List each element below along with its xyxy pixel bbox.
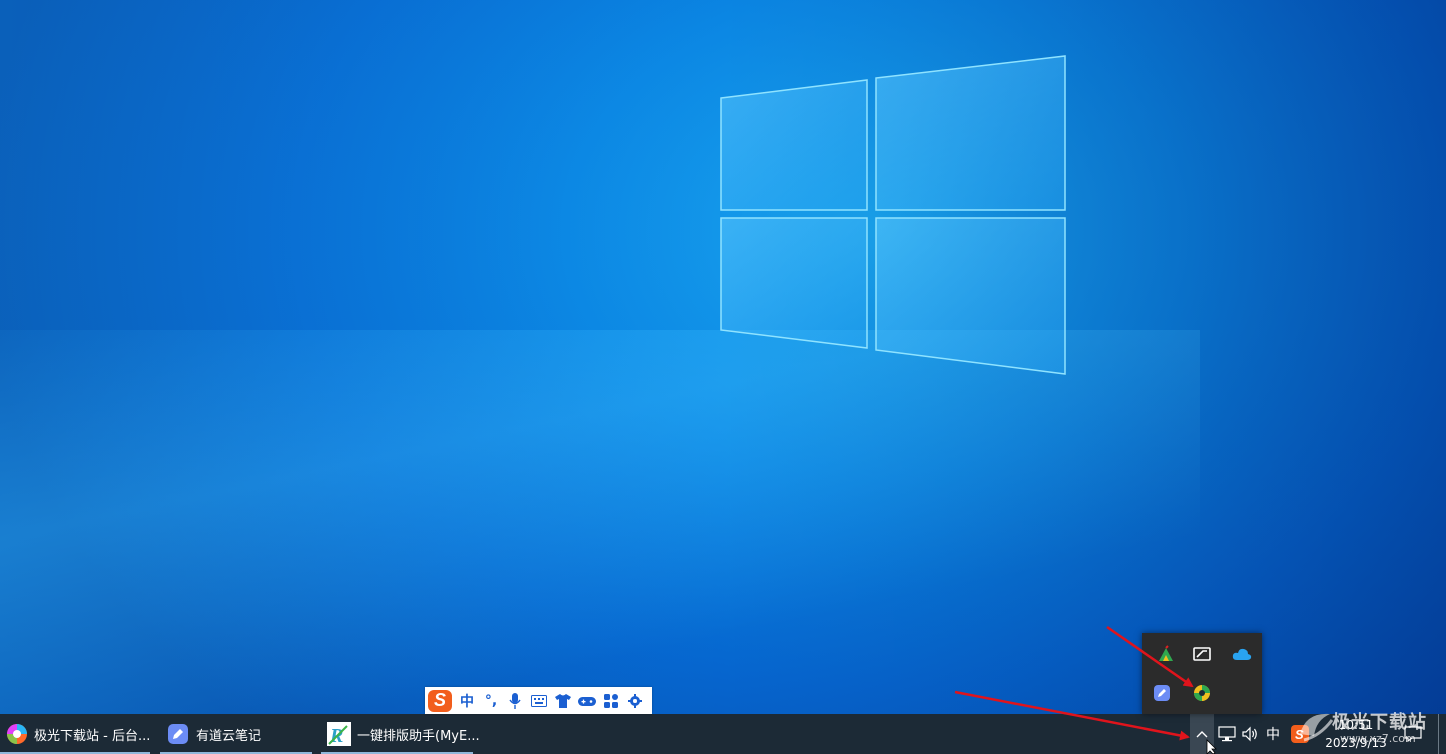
tray-overflow-flyout (1142, 633, 1262, 714)
sogou-logo-icon[interactable]: S (425, 687, 455, 714)
keyboard-icon[interactable] (527, 687, 551, 714)
youdao-note-icon (166, 722, 190, 746)
myeditor-app-icon: R (327, 722, 351, 746)
watermark: 极光下载站 www.xz7.com (1296, 700, 1446, 754)
watermark-url: www.xz7.com (1340, 732, 1416, 745)
watermark-logo-icon (1300, 713, 1334, 742)
desktop-wallpaper (0, 0, 1446, 714)
myeditor-icon[interactable] (1192, 683, 1212, 703)
microphone-icon[interactable] (503, 687, 527, 714)
volume-icon[interactable] (1239, 714, 1261, 754)
show-hidden-icons-button[interactable] (1190, 714, 1214, 754)
network-icon[interactable] (1216, 714, 1238, 754)
watermark-text: 极光下载站 (1332, 712, 1427, 733)
settings-icon[interactable] (623, 687, 647, 714)
taskbar-app-browser[interactable]: 极光下载站 - 后台... (0, 714, 150, 754)
cloud-icon[interactable] (1232, 644, 1252, 664)
skin-icon[interactable] (551, 687, 575, 714)
ime-mode-toggle[interactable]: 中 (455, 687, 479, 714)
ime-toolbar: S 中 °, (425, 687, 652, 714)
taskbar-app-label: 有道云笔记 (196, 728, 262, 744)
game-icon[interactable] (575, 687, 599, 714)
browser-icon (6, 722, 28, 746)
taskbar-app-youdao-note[interactable]: 有道云笔记 (160, 714, 312, 754)
taskbar-app-label: 极光下载站 - 后台... (34, 728, 151, 744)
input-language-indicator[interactable]: 中 (1262, 714, 1284, 754)
green-app-icon[interactable] (1156, 644, 1176, 664)
note-icon[interactable] (1152, 683, 1172, 703)
apps-icon[interactable] (599, 687, 623, 714)
chevron-up-icon (1196, 727, 1208, 742)
taskbar-app-label: 一键排版助手(MyE... (357, 728, 480, 744)
ime-punctuation-toggle[interactable]: °, (479, 687, 503, 714)
taskbar: 极光下载站 - 后台... 有道云笔记 R 一键排版助手(MyE... 中 S … (0, 714, 1446, 754)
windows-logo (720, 55, 1066, 375)
screen-icon[interactable] (1192, 644, 1212, 664)
taskbar-app-myeditor[interactable]: R 一键排版助手(MyE... (321, 714, 480, 754)
